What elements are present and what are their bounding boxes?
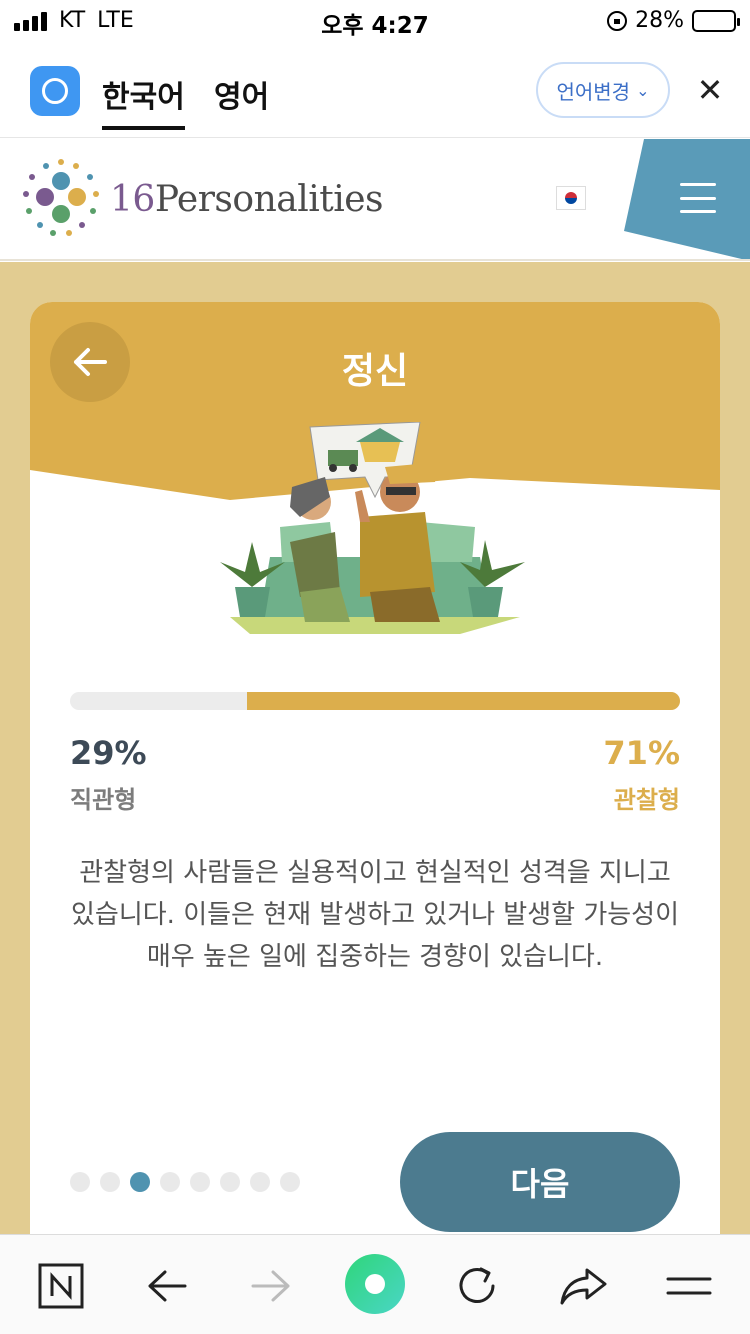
- progress-fill: [246, 692, 680, 710]
- tab-korean[interactable]: 한국어: [102, 72, 185, 130]
- trait-progress-bar: [70, 692, 680, 710]
- status-bar: KT LTE 오후 4:27 28%: [0, 0, 750, 40]
- page-dot: [250, 1172, 270, 1192]
- change-language-button[interactable]: 언어변경 ⌄: [536, 62, 670, 118]
- logo-word: Personalities: [154, 179, 384, 220]
- papago-logo-icon: [30, 66, 80, 116]
- menu-icon[interactable]: [662, 1259, 716, 1313]
- chevron-down-icon: ⌄: [636, 80, 650, 100]
- change-language-label: 언어변경: [556, 79, 631, 104]
- page-dot: [220, 1172, 240, 1192]
- card-title: 정신: [341, 351, 409, 392]
- page-dot: [160, 1172, 180, 1192]
- page-dot: [280, 1172, 300, 1192]
- korean-flag-icon[interactable]: [556, 186, 586, 210]
- close-icon[interactable]: ✕: [690, 70, 730, 110]
- status-right: 28%: [607, 8, 740, 33]
- battery-percent: 28%: [635, 8, 684, 33]
- forward-arrow-icon: [244, 1259, 298, 1313]
- logo-number: 16: [110, 179, 155, 220]
- page-dot: [130, 1172, 150, 1192]
- next-button[interactable]: 다음: [400, 1132, 680, 1232]
- site-header: 16Personalities: [0, 139, 750, 261]
- site-logo[interactable]: 16Personalities: [110, 179, 384, 220]
- left-trait-label: 직관형: [70, 786, 137, 814]
- tab-english[interactable]: 영어: [214, 72, 269, 116]
- hamburger-menu-icon[interactable]: [680, 183, 716, 213]
- browser-toolbar: [0, 1234, 750, 1334]
- next-button-label: 다음: [510, 1165, 570, 1203]
- page-indicator: [70, 1172, 300, 1192]
- trait-card: 정신 29% 직관형 71% 관찰형 관찰형의 사람들은 실용적이고 현실적인 …: [30, 302, 720, 1242]
- refresh-icon[interactable]: [450, 1259, 504, 1313]
- logo-mark-icon: [23, 159, 99, 236]
- page-dot: [190, 1172, 210, 1192]
- rotation-lock-icon: [607, 10, 628, 31]
- page-dot: [70, 1172, 90, 1192]
- naver-n-icon[interactable]: [34, 1259, 88, 1313]
- translator-bar: 한국어 영어 언어변경 ⌄ ✕: [0, 40, 750, 138]
- right-trait-label: 관찰형: [613, 786, 680, 814]
- battery-icon: [692, 9, 740, 32]
- page-dot: [100, 1172, 120, 1192]
- trait-description: 관찰형의 사람들은 실용적이고 현실적인 성격을 지니고 있습니다. 이들은 현…: [70, 858, 679, 972]
- share-icon[interactable]: [556, 1259, 610, 1313]
- left-trait-percent: 29%: [70, 734, 147, 772]
- home-circle-icon[interactable]: [344, 1253, 406, 1315]
- right-trait-percent: 71%: [603, 734, 680, 772]
- observant-illustration: [220, 422, 525, 634]
- back-arrow-icon[interactable]: [140, 1259, 194, 1313]
